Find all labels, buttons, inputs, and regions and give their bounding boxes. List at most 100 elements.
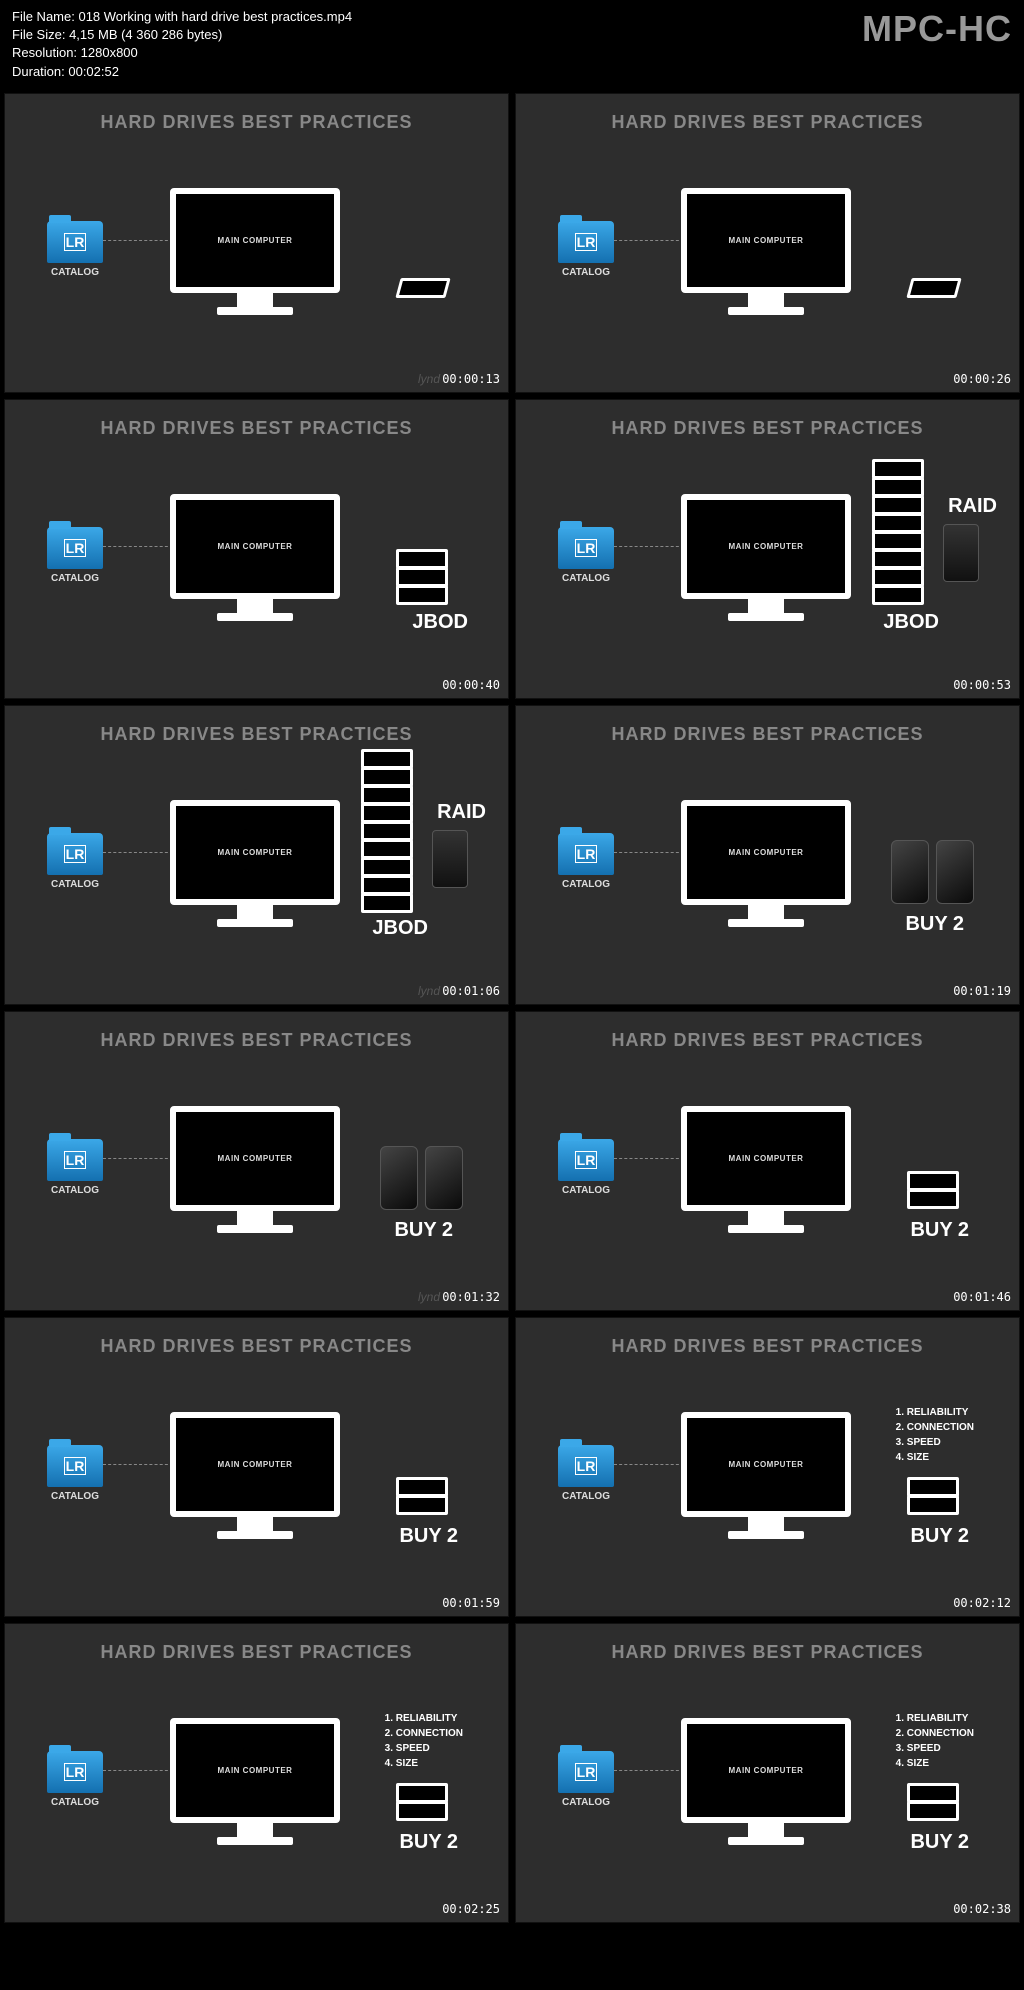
raid-label: RAID xyxy=(948,495,997,518)
slide-title: HARD DRIVES BEST PRACTICES xyxy=(5,706,508,745)
header: File Name: 018 Working with hard drive b… xyxy=(0,0,1024,89)
slide-title: HARD DRIVES BEST PRACTICES xyxy=(516,1012,1019,1051)
connection-line-icon xyxy=(103,1770,173,1771)
connection-line-icon xyxy=(103,240,173,241)
connection-line-icon xyxy=(614,1158,684,1159)
jbod-stack-icon xyxy=(872,459,924,603)
monitor-icon: MAIN COMPUTER xyxy=(681,1412,851,1517)
connection-line-icon xyxy=(614,852,684,853)
connection-line-icon xyxy=(103,546,173,547)
criteria-item: 3. SPEED xyxy=(385,1741,463,1756)
monitor-icon: MAIN COMPUTER xyxy=(681,1718,851,1823)
thumbnail-4[interactable]: HARD DRIVES BEST PRACTICES LRCATALOG MAI… xyxy=(515,399,1020,699)
slide-title: HARD DRIVES BEST PRACTICES xyxy=(516,1624,1019,1663)
slide-title: HARD DRIVES BEST PRACTICES xyxy=(516,1318,1019,1357)
criteria-item: 4. SIZE xyxy=(896,1756,974,1771)
criteria-item: 3. SPEED xyxy=(896,1435,974,1450)
monitor-icon: MAIN COMPUTER xyxy=(170,188,340,293)
monitor-icon: MAIN COMPUTER xyxy=(170,1718,340,1823)
thumbnail-1[interactable]: HARD DRIVES BEST PRACTICES LRCATALOG MAI… xyxy=(4,93,509,393)
file-meta: File Name: 018 Working with hard drive b… xyxy=(12,8,352,81)
slide-title: HARD DRIVES BEST PRACTICES xyxy=(5,400,508,439)
timestamp: 00:02:12 xyxy=(953,1596,1011,1610)
monitor-icon: MAIN COMPUTER xyxy=(170,800,340,905)
buy2-label: BUY 2 xyxy=(910,1219,969,1242)
drive-box-icon xyxy=(380,1146,418,1210)
criteria-item: 1. RELIABILITY xyxy=(896,1711,974,1726)
criteria-item: 2. CONNECTION xyxy=(896,1420,974,1435)
drive-box-icon xyxy=(425,1146,463,1210)
jbod-label: JBOD xyxy=(883,611,939,634)
criteria-list: 1. RELIABILITY 2. CONNECTION 3. SPEED 4.… xyxy=(896,1405,974,1465)
drive-stack-icon xyxy=(907,1171,959,1207)
slide-title: HARD DRIVES BEST PRACTICES xyxy=(516,706,1019,745)
thumbnail-11[interactable]: HARD DRIVES BEST PRACTICES LRCATALOG MAI… xyxy=(4,1623,509,1923)
thumbnail-3[interactable]: HARD DRIVES BEST PRACTICES LRCATALOG MAI… xyxy=(4,399,509,699)
criteria-item: 4. SIZE xyxy=(385,1756,463,1771)
timestamp: 00:00:13 xyxy=(442,372,500,386)
timestamp: 00:00:53 xyxy=(953,678,1011,692)
meta-resolution: Resolution: 1280x800 xyxy=(12,44,352,62)
thumbnail-2[interactable]: HARD DRIVES BEST PRACTICES LRCATALOG MAI… xyxy=(515,93,1020,393)
buy2-label: BUY 2 xyxy=(910,1525,969,1548)
catalog-folder-icon: LRCATALOG xyxy=(558,527,614,584)
buy2-label: BUY 2 xyxy=(399,1525,458,1548)
thumbnail-12[interactable]: HARD DRIVES BEST PRACTICES LRCATALOG MAI… xyxy=(515,1623,1020,1923)
monitor-icon: MAIN COMPUTER xyxy=(681,188,851,293)
timestamp: 00:01:06 xyxy=(442,984,500,998)
watermark: lynd xyxy=(418,372,440,386)
drive-stack-icon xyxy=(907,1477,959,1513)
timestamp: 00:01:46 xyxy=(953,1290,1011,1304)
connection-line-icon xyxy=(103,852,173,853)
raid-box-icon xyxy=(943,524,979,582)
thumbnail-8[interactable]: HARD DRIVES BEST PRACTICES LRCATALOG MAI… xyxy=(515,1011,1020,1311)
catalog-folder-icon: LRCATALOG xyxy=(558,1139,614,1196)
catalog-folder-icon: LRCATALOG xyxy=(558,1751,614,1808)
jbod-stack-icon xyxy=(396,549,448,603)
app-logo: MPC-HC xyxy=(862,8,1012,81)
drive-stack-icon xyxy=(396,1477,448,1513)
catalog-folder-icon: LRCATALOG xyxy=(47,221,103,278)
catalog-folder-icon: LRCATALOG xyxy=(558,833,614,890)
jbod-label: JBOD xyxy=(412,611,468,634)
timestamp: 00:00:40 xyxy=(442,678,500,692)
thumbnail-6[interactable]: HARD DRIVES BEST PRACTICES LRCATALOG MAI… xyxy=(515,705,1020,1005)
slide-title: HARD DRIVES BEST PRACTICES xyxy=(5,1012,508,1051)
drive-box-icon xyxy=(891,840,929,904)
criteria-list: 1. RELIABILITY 2. CONNECTION 3. SPEED 4.… xyxy=(896,1711,974,1771)
slide-title: HARD DRIVES BEST PRACTICES xyxy=(5,94,508,133)
watermark: lynd xyxy=(418,1290,440,1304)
slide-title: HARD DRIVES BEST PRACTICES xyxy=(516,94,1019,133)
meta-filesize: File Size: 4,15 MB (4 360 286 bytes) xyxy=(12,26,352,44)
criteria-item: 2. CONNECTION xyxy=(385,1726,463,1741)
drive-stack-icon xyxy=(907,1783,959,1819)
connection-line-icon xyxy=(103,1464,173,1465)
slide-title: HARD DRIVES BEST PRACTICES xyxy=(516,400,1019,439)
jbod-stack-icon xyxy=(361,749,413,911)
monitor-icon: MAIN COMPUTER xyxy=(681,800,851,905)
thumbnail-7[interactable]: HARD DRIVES BEST PRACTICES LRCATALOG MAI… xyxy=(4,1011,509,1311)
connection-line-icon xyxy=(614,546,684,547)
connection-line-icon xyxy=(614,1464,684,1465)
raid-label: RAID xyxy=(437,801,486,824)
timestamp: 00:02:25 xyxy=(442,1902,500,1916)
catalog-folder-icon: LRCATALOG xyxy=(47,1445,103,1502)
timestamp: 00:01:19 xyxy=(953,984,1011,998)
criteria-item: 3. SPEED xyxy=(896,1741,974,1756)
criteria-item: 1. RELIABILITY xyxy=(385,1711,463,1726)
connection-line-icon xyxy=(103,1158,173,1159)
buy2-label: BUY 2 xyxy=(394,1219,453,1242)
thumbnail-grid: HARD DRIVES BEST PRACTICES LRCATALOG MAI… xyxy=(0,89,1024,1927)
raid-box-icon xyxy=(432,830,468,888)
buy2-label: BUY 2 xyxy=(905,913,964,936)
thumbnail-10[interactable]: HARD DRIVES BEST PRACTICES LRCATALOG MAI… xyxy=(515,1317,1020,1617)
monitor-icon: MAIN COMPUTER xyxy=(681,494,851,599)
criteria-item: 2. CONNECTION xyxy=(896,1726,974,1741)
criteria-list: 1. RELIABILITY 2. CONNECTION 3. SPEED 4.… xyxy=(385,1711,463,1771)
connection-line-icon xyxy=(614,1770,684,1771)
buy2-label: BUY 2 xyxy=(399,1831,458,1854)
thumbnail-9[interactable]: HARD DRIVES BEST PRACTICES LRCATALOG MAI… xyxy=(4,1317,509,1617)
thumbnail-5[interactable]: HARD DRIVES BEST PRACTICES LRCATALOG MAI… xyxy=(4,705,509,1005)
catalog-folder-icon: LRCATALOG xyxy=(47,1751,103,1808)
slide-title: HARD DRIVES BEST PRACTICES xyxy=(5,1318,508,1357)
